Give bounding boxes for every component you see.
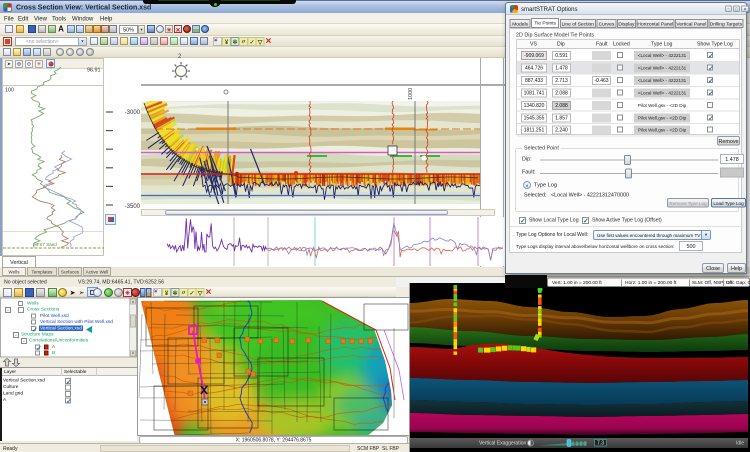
svg-text:-3500: -3500	[125, 204, 141, 210]
svg-text:1000: 1000	[408, 88, 414, 100]
svg-text:2: 2	[178, 54, 182, 60]
svg-text:-3000: -3000	[125, 110, 141, 116]
svg-text:MFS7 Sand: MFS7 Sand	[33, 242, 57, 247]
